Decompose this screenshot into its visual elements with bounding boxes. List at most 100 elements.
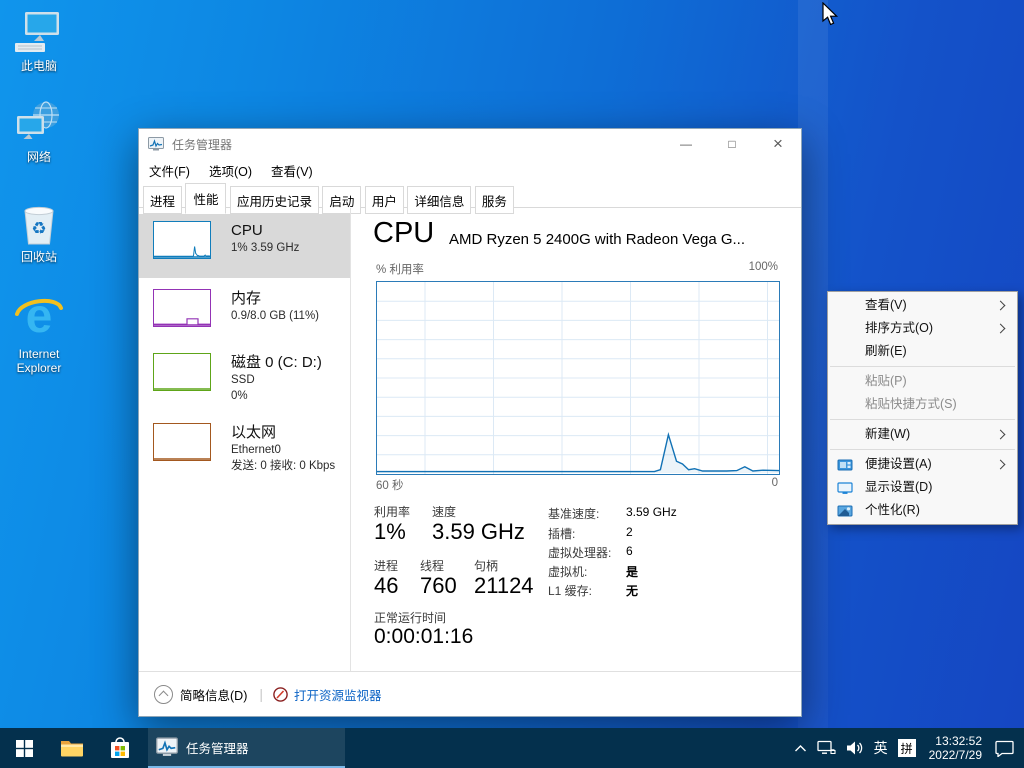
- volume-tray-button[interactable]: [841, 728, 869, 768]
- show-hidden-icons-button[interactable]: [789, 728, 812, 768]
- maximize-button[interactable]: □: [709, 129, 755, 159]
- tab-performance[interactable]: 性能: [185, 183, 226, 214]
- context-item-display-settings[interactable]: 显示设置(D): [828, 476, 1017, 499]
- close-button[interactable]: ×: [755, 129, 801, 159]
- microsoft-store-button[interactable]: [96, 728, 144, 768]
- sidebar-item-cpu[interactable]: CPU 1% 3.59 GHz: [139, 214, 350, 278]
- desktop-icon-this-pc[interactable]: 此电脑: [1, 8, 77, 73]
- action-center-button[interactable]: [990, 728, 1024, 768]
- tab-startup[interactable]: 启动: [322, 186, 361, 214]
- sidebar-disk-detail2: 0%: [231, 388, 322, 404]
- stat-processes-value: 46: [374, 573, 398, 599]
- cpu-mini-chart: [153, 221, 211, 259]
- sidebar-item-disk[interactable]: 磁盘 0 (C: D:) SSD 0%: [139, 346, 350, 424]
- tab-processes[interactable]: 进程: [143, 186, 182, 214]
- context-item-label: 个性化(R): [865, 503, 920, 517]
- sidebar-cpu-detail: 1% 3.59 GHz: [231, 240, 299, 256]
- context-item-label: 便捷设置(A): [865, 457, 932, 471]
- ime-pinyin-badge: 拼: [898, 739, 916, 757]
- clock-time: 13:32:52: [929, 734, 982, 748]
- menu-file[interactable]: 文件(F): [149, 161, 190, 180]
- desktop-icon-label: 回收站: [1, 250, 77, 264]
- desktop-icon-internet-explorer[interactable]: e Internet Explorer: [1, 296, 77, 375]
- tab-users[interactable]: 用户: [365, 186, 404, 214]
- menu-options[interactable]: 选项(O): [209, 161, 252, 180]
- context-item-label: 粘贴(P): [865, 374, 907, 388]
- sidebar-memory-name: 内存: [231, 289, 319, 308]
- cpu-utilization-graph[interactable]: [376, 281, 780, 475]
- sidebar-item-memory[interactable]: 内存 0.9/8.0 GB (11%): [139, 282, 350, 346]
- submenu-arrow-icon: [996, 430, 1006, 440]
- tab-strip: 进程 性能 应用历史记录 启动 用户 详细信息 服务: [139, 182, 801, 208]
- desktop[interactable]: 此电脑 网络 ♻ 回收站: [0, 0, 1024, 768]
- task-manager-icon: [156, 736, 178, 758]
- personalize-icon: [837, 503, 853, 519]
- tab-app-history[interactable]: 应用历史记录: [230, 186, 319, 214]
- submenu-arrow-icon: [996, 460, 1006, 470]
- desktop-icon-label: 网络: [1, 150, 77, 164]
- cpu-pane-title: CPU: [373, 217, 434, 250]
- sidebar-ethernet-detail1: Ethernet0: [231, 442, 335, 458]
- svg-text:e: e: [26, 290, 53, 343]
- minimize-button[interactable]: —: [663, 129, 709, 159]
- taskbar: 任务管理器 英: [0, 728, 1024, 768]
- uptime-value: 0:00:01:16: [374, 625, 473, 649]
- detail-virtual-processors-label: 虚拟处理器:: [548, 544, 611, 561]
- context-item-sort-by[interactable]: 排序方式(O): [828, 317, 1017, 340]
- fewer-details-toggle[interactable]: 简略信息(D): [180, 685, 247, 704]
- graph-x-left-label: 60 秒: [376, 480, 404, 492]
- start-button[interactable]: [0, 728, 48, 768]
- detail-virtual-processors-value: 6: [626, 544, 633, 558]
- titlebar[interactable]: 任务管理器 — □ ×: [139, 129, 801, 159]
- ime-language-indicator[interactable]: 英: [869, 728, 893, 768]
- desktop-icon-recycle-bin[interactable]: ♻ 回收站: [1, 199, 77, 264]
- footer-separator: |: [259, 686, 263, 702]
- sidebar-item-ethernet[interactable]: 以太网 Ethernet0 发送: 0 接收: 0 Kbps: [139, 416, 350, 494]
- network-tray-button[interactable]: [812, 728, 841, 768]
- submenu-arrow-icon: [996, 301, 1006, 311]
- context-item-paste[interactable]: 粘贴(P): [828, 370, 1017, 393]
- sidebar-cpu-name: CPU: [231, 221, 299, 240]
- context-item-quick-settings[interactable]: 便捷设置(A): [828, 453, 1017, 476]
- open-resource-monitor-link[interactable]: 打开资源监视器: [294, 685, 382, 704]
- file-explorer-button[interactable]: [48, 728, 96, 768]
- context-item-new[interactable]: 新建(W): [828, 423, 1017, 446]
- context-item-personalize[interactable]: 个性化(R): [828, 499, 1017, 522]
- stat-handles-label: 句柄: [474, 557, 498, 574]
- desktop-icon-network[interactable]: 网络: [1, 99, 77, 164]
- stat-utilization-label: 利用率: [374, 503, 410, 520]
- task-manager-icon: [148, 136, 164, 152]
- context-item-label: 粘贴快捷方式(S): [865, 397, 957, 411]
- taskbar-button-task-manager[interactable]: 任务管理器: [148, 728, 345, 768]
- ime-mode-button[interactable]: 拼: [893, 728, 921, 768]
- clock[interactable]: 13:32:52 2022/7/29: [921, 728, 990, 768]
- context-item-view[interactable]: 查看(V): [828, 294, 1017, 317]
- display-settings-icon: [837, 480, 853, 496]
- menu-bar: 文件(F) 选项(O) 查看(V): [139, 159, 801, 182]
- graph-y-max-label: 100%: [749, 261, 778, 273]
- menu-separator: [830, 449, 1015, 450]
- sidebar-disk-detail1: SSD: [231, 372, 322, 388]
- desktop-context-menu: 查看(V) 排序方式(O) 刷新(E) 粘贴(P) 粘贴快捷方式(S) 新建(W…: [827, 291, 1018, 525]
- context-item-paste-shortcut[interactable]: 粘贴快捷方式(S): [828, 393, 1017, 416]
- resource-monitor-icon: [273, 687, 288, 702]
- tab-services[interactable]: 服务: [475, 186, 514, 214]
- speaker-icon: [846, 740, 864, 756]
- svg-text:♻: ♻: [31, 219, 46, 238]
- context-item-refresh[interactable]: 刷新(E): [828, 340, 1017, 363]
- window-title: 任务管理器: [172, 136, 232, 153]
- collapse-circle-icon[interactable]: [154, 685, 173, 704]
- action-center-icon: [995, 740, 1014, 757]
- detail-l1-cache-label: L1 缓存:: [548, 582, 592, 599]
- system-tray: 英 拼 13:32:52 2022/7/29: [789, 728, 1024, 768]
- stat-utilization-value: 1%: [374, 519, 406, 545]
- wallpaper-beam: [798, 0, 828, 728]
- context-item-label: 刷新(E): [865, 344, 907, 358]
- menu-view[interactable]: 查看(V): [271, 161, 313, 180]
- memory-mini-chart: [153, 289, 211, 327]
- detail-virtual-machine-value: 是: [626, 563, 638, 580]
- ethernet-network-icon: [817, 740, 836, 757]
- detail-sockets-label: 插槽:: [548, 525, 575, 542]
- tab-details[interactable]: 详细信息: [407, 186, 471, 214]
- cpu-model-name: AMD Ryzen 5 2400G with Radeon Vega G...: [449, 231, 745, 248]
